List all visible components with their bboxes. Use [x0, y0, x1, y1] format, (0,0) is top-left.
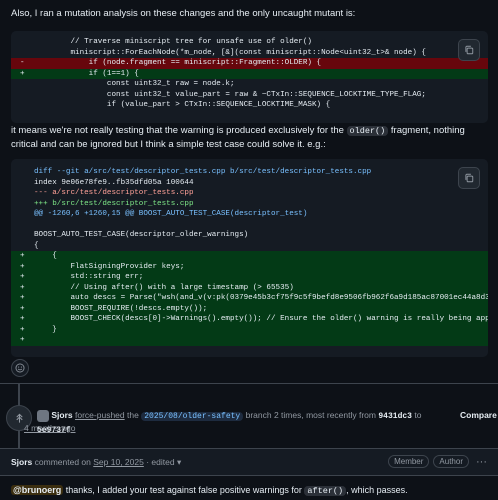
code-text: {: [34, 241, 39, 250]
code-text: --- a/src/test/descriptor_tests.cpp: [34, 189, 194, 197]
code-line: --- a/src/test/descriptor_tests.cpp: [11, 188, 488, 199]
force-pushed-link[interactable]: force-pushed: [75, 410, 125, 420]
code-text: +++ b/src/test/descriptor_tests.cpp: [34, 199, 194, 208]
divider: [0, 383, 498, 384]
inline-code: older(): [346, 126, 389, 136]
inline-code: after(): [304, 486, 347, 496]
code-line: {: [11, 241, 488, 252]
code-line: + // Using after() with a large timestam…: [11, 282, 488, 293]
code-line: const uint32_t raw = node.k;: [11, 79, 488, 90]
code-text: BOOST_AUTO_TEST_CASE(descriptor_older_wa…: [34, 231, 249, 239]
code-text: // Using after() with a large timestamp …: [34, 283, 294, 292]
code-line: if (value_part > CTxIn::SEQUENCE_LOCKTIM…: [11, 100, 488, 111]
comment-body: @brunoerg thanks, I added your test agai…: [11, 485, 408, 496]
avatar: [37, 409, 49, 422]
code-text: BOOST_REQUIRE(!descs.empty());: [34, 304, 208, 313]
diff-marker: +: [20, 283, 25, 292]
comment-date-link[interactable]: Sep 10, 2025: [93, 457, 144, 467]
event-timestamp[interactable]: 4 months ago: [24, 423, 76, 433]
code-line: +: [11, 335, 488, 346]
branch-name[interactable]: 2025/08/older-safety: [141, 412, 244, 421]
add-reaction-button[interactable]: [11, 359, 29, 377]
code-line: + auto descs = Parse("wsh(and_v(v:pk(037…: [11, 293, 488, 304]
code-text: diff --git a/src/test/descriptor_tests.c…: [34, 168, 372, 176]
code-text: if (node.fragment == miniscript::Fragmen…: [34, 59, 322, 67]
code-line: BOOST_AUTO_TEST_CASE(descriptor_older_wa…: [11, 230, 488, 241]
copy-diff-button[interactable]: [458, 167, 480, 189]
code-line: + }: [11, 324, 488, 335]
smiley-icon: [15, 363, 25, 373]
code-text: FlatSigningProvider keys;: [34, 262, 185, 271]
diff-marker: +: [20, 336, 25, 344]
code-text: // Traverse miniscript tree for unsafe u…: [34, 38, 312, 46]
code-text: @@ -1260,6 +1260,15 @@ BOOST_AUTO_TEST_C…: [34, 210, 308, 218]
diff-marker: +: [20, 315, 25, 323]
code-text: {: [34, 252, 57, 260]
kebab-menu-button[interactable]: ···: [473, 456, 490, 468]
code-line: + if (1==1) {: [11, 68, 488, 79]
code-text: }: [34, 325, 57, 334]
diff-marker: +: [20, 294, 25, 302]
mutant-code-block: // Traverse miniscript tree for unsafe u…: [11, 31, 488, 123]
code-line: + {: [11, 251, 488, 262]
code-text: std::string err;: [34, 273, 144, 281]
code-text: const uint32_t raw = node.k;: [34, 80, 235, 88]
user-mention[interactable]: @brunoerg: [11, 485, 64, 495]
author-badge: Author: [433, 455, 469, 468]
diff-marker: +: [20, 304, 25, 313]
diff-marker: +: [20, 69, 25, 78]
diff-marker: +: [20, 273, 25, 281]
code-line: const uint32_t value_part = raw & ~CTxIn…: [11, 90, 488, 101]
code-line: @@ -1260,6 +1260,15 @@ BOOST_AUTO_TEST_C…: [11, 209, 488, 220]
copy-icon: [465, 45, 474, 55]
explanation-paragraph: it means we're not really testing that t…: [11, 125, 465, 150]
code-text: const uint32_t value_part = raw & ~CTxIn…: [34, 90, 426, 99]
chevron-down-icon: ▾: [176, 457, 182, 467]
code-line: - if (node.fragment == miniscript::Fragm…: [11, 58, 488, 69]
member-badge: Member: [388, 455, 430, 468]
copy-code-button[interactable]: [458, 39, 480, 61]
comment-author-link[interactable]: Sjors: [11, 457, 32, 467]
event-user-link[interactable]: Sjors: [51, 410, 72, 420]
diff-marker: -: [20, 59, 25, 67]
code-line: + BOOST_REQUIRE(!descs.empty());: [11, 303, 488, 314]
diff-marker: +: [20, 262, 25, 271]
code-line: diff --git a/src/test/descriptor_tests.c…: [11, 167, 488, 178]
code-line: + BOOST_CHECK(descs[0]->Warnings().empty…: [11, 314, 488, 325]
diff-marker: +: [20, 252, 25, 260]
code-line: miniscript::ForEachNode(*m_node, [&](con…: [11, 48, 488, 59]
diff-code-block: diff --git a/src/test/descriptor_tests.c…: [11, 159, 488, 357]
code-line: + FlatSigningProvider keys;: [11, 261, 488, 272]
diff-marker: +: [20, 325, 25, 334]
code-text: index 9e06e78fe9..fb35dfd05a 100644: [34, 178, 194, 187]
repo-push-icon: [15, 413, 23, 423]
code-text: auto descs = Parse("wsh(and_v(v:pk(0379e…: [34, 294, 488, 302]
compare-button[interactable]: Compare: [460, 410, 497, 420]
comment-header: Sjors commented on Sep 10, 2025 · edited…: [0, 448, 498, 476]
code-line: +++ b/src/test/descriptor_tests.cpp: [11, 199, 488, 210]
force-push-event: Sjors force-pushed the 2025/08/older-saf…: [37, 409, 422, 435]
code-text: if (value_part > CTxIn::SEQUENCE_LOCKTIM…: [34, 101, 331, 109]
code-line: index 9e06e78fe9..fb35dfd05a 100644: [11, 178, 488, 189]
code-text: miniscript::ForEachNode(*m_node, [&](con…: [34, 48, 426, 57]
intro-paragraph: Also, I ran a mutation analysis on these…: [11, 8, 356, 19]
code-line: // Traverse miniscript tree for unsafe u…: [11, 37, 488, 48]
from-commit-sha[interactable]: 9431dc3: [378, 412, 412, 421]
code-text: BOOST_CHECK(descs[0]->Warnings().empty()…: [34, 315, 488, 323]
code-text: if (1==1) {: [34, 69, 139, 78]
code-line: + std::string err;: [11, 272, 488, 283]
edited-dropdown[interactable]: edited ▾: [151, 457, 181, 467]
copy-icon: [465, 173, 474, 183]
